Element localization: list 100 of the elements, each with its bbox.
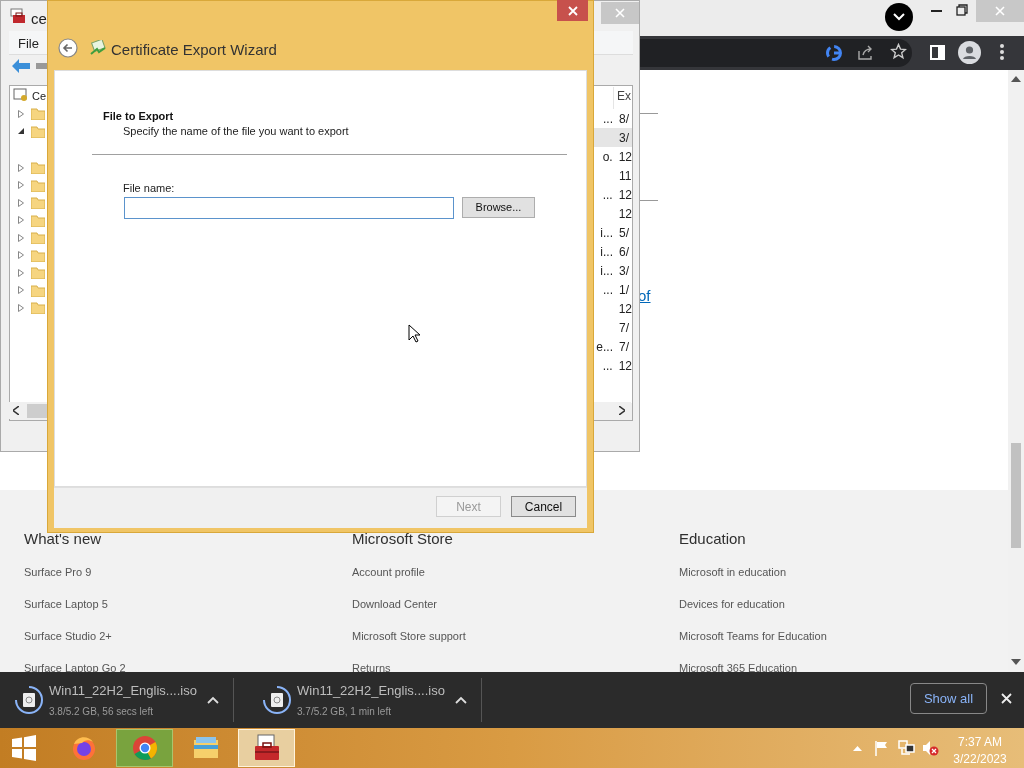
- download-status: 3.8/5.2 GB, 56 secs left: [49, 704, 154, 719]
- menu-icon[interactable]: [1000, 44, 1004, 60]
- collapse-icon[interactable]: [17, 127, 25, 136]
- expand-icon[interactable]: [17, 286, 25, 295]
- chevron-down-icon: [893, 13, 905, 21]
- folder-icon: [31, 301, 45, 315]
- footer-link[interactable]: Download Center: [352, 597, 437, 611]
- footer-link[interactable]: Microsoft Store support: [352, 629, 466, 643]
- footer-link[interactable]: Returns: [352, 661, 391, 675]
- footer-link[interactable]: Surface Studio 2+: [24, 629, 112, 643]
- section-heading: File to Export: [103, 109, 174, 124]
- scrollbar-thumb[interactable]: [27, 403, 47, 418]
- folder-icon: [31, 248, 45, 262]
- footer-link[interactable]: Surface Laptop Go 2: [24, 661, 126, 675]
- table-cell-text: 12: [617, 357, 632, 375]
- table-cell-text: 7/: [618, 338, 629, 356]
- footer-heading: What's new: [24, 529, 102, 549]
- expand-icon[interactable]: [17, 216, 25, 225]
- footer-heading: Microsoft Store: [352, 529, 453, 549]
- file-name: Win11_22H2_Englis....iso: [49, 682, 198, 701]
- window-title: Certificate Export Wizard: [111, 40, 277, 60]
- profile-icon[interactable]: [958, 41, 981, 64]
- footer-link[interactable]: Surface Pro 9: [24, 565, 92, 579]
- folder-icon: [31, 178, 45, 192]
- scroll-up-icon[interactable]: [1011, 76, 1021, 82]
- back-icon[interactable]: [12, 59, 30, 73]
- folder-icon: [31, 107, 45, 121]
- footer-link[interactable]: Microsoft in education: [679, 565, 786, 579]
- menu-item[interactable]: File: [18, 34, 39, 54]
- toolbox-icon: [252, 734, 281, 762]
- footer-link[interactable]: Account profile: [352, 565, 425, 579]
- cancel-button[interactable]: Cancel: [511, 496, 576, 517]
- chrome-icon: [130, 734, 159, 762]
- table-cell-text: 8/: [618, 110, 629, 128]
- file-name: Win11_22H2_Englis....iso: [297, 682, 446, 701]
- caret-up-icon[interactable]: [455, 696, 467, 704]
- toolbox-icon: [10, 8, 26, 24]
- list-row[interactable]: 3/: [594, 128, 632, 147]
- mouse-cursor-icon: [408, 324, 420, 343]
- expand-icon[interactable]: [17, 181, 25, 190]
- table-cell-text: ...: [602, 281, 613, 299]
- star-icon[interactable]: [890, 43, 907, 60]
- table-cell-text: 3/: [618, 262, 629, 280]
- table-cell-text: e...: [595, 338, 613, 356]
- speaker-muted-icon[interactable]: [922, 740, 939, 756]
- download-file-icon: [262, 685, 292, 715]
- scroll-left-icon[interactable]: [13, 406, 19, 415]
- close-icon: [615, 8, 625, 18]
- footer-link[interactable]: Microsoft 365 Education: [679, 661, 797, 675]
- table-cell-text: 6/: [618, 243, 629, 261]
- table-cell-text: o.: [601, 148, 613, 166]
- caret-up-icon[interactable]: [207, 696, 219, 704]
- certificate-icon: [90, 40, 106, 56]
- table-cell-text: 12: [617, 148, 632, 166]
- download-status: 3.7/5.2 GB, 1 min left: [297, 704, 392, 719]
- field-label: File name:: [123, 181, 175, 196]
- horizontal-scrollbar[interactable]: [9, 402, 47, 419]
- show-all-button[interactable]: Show all: [910, 683, 987, 714]
- close-icon[interactable]: [1001, 693, 1012, 704]
- network-icon[interactable]: [898, 740, 915, 756]
- expand-icon[interactable]: [17, 303, 25, 312]
- table-cell-text: 5/: [618, 224, 629, 242]
- back-icon[interactable]: [58, 38, 78, 58]
- table-cell-text: 1/: [618, 281, 629, 299]
- expand-icon[interactable]: [17, 109, 25, 118]
- section-description: Specify the name of the file you want to export: [123, 124, 349, 139]
- table-cell-text: ...: [602, 110, 613, 128]
- folder-icon: [31, 213, 45, 227]
- tree-item[interactable]: Ce: [32, 88, 47, 105]
- folder-icon: [31, 283, 45, 297]
- table-cell-text: 11: [618, 167, 632, 185]
- expand-icon[interactable]: [17, 268, 25, 277]
- scroll-down-icon[interactable]: [1011, 659, 1021, 665]
- browse-button[interactable]: Browse...: [462, 197, 535, 218]
- footer-link[interactable]: Devices for education: [679, 597, 785, 611]
- close-icon: [995, 6, 1005, 16]
- table-cell-text: 12: [617, 205, 632, 223]
- scroll-right-icon[interactable]: [619, 406, 625, 415]
- footer-link[interactable]: Surface Laptop 5: [24, 597, 108, 611]
- expand-icon[interactable]: [17, 198, 25, 207]
- share-icon[interactable]: [857, 44, 874, 61]
- side-panel-icon[interactable]: [930, 45, 945, 60]
- close-button[interactable]: [557, 0, 588, 21]
- file-name-field[interactable]: [124, 197, 454, 219]
- table-cell-text: 12: [617, 300, 632, 318]
- scrollbar[interactable]: [1008, 70, 1024, 672]
- footer-link[interactable]: Microsoft Teams for Education: [679, 629, 827, 643]
- expand-icon[interactable]: [17, 163, 25, 172]
- expand-icon[interactable]: [17, 233, 25, 242]
- restore-icon[interactable]: [956, 4, 968, 16]
- table-cell-text: 7/: [618, 319, 629, 337]
- folder-icon: [31, 266, 45, 280]
- expand-icon[interactable]: [17, 251, 25, 260]
- folder-icon: [31, 124, 45, 138]
- folder-icon: [31, 196, 45, 210]
- address-bar[interactable]: [640, 39, 912, 67]
- flag-icon[interactable]: [874, 740, 889, 756]
- start-icon[interactable]: [11, 735, 37, 761]
- show-hidden-icons-icon[interactable]: [853, 745, 862, 751]
- table-cell-text: i...: [599, 224, 613, 242]
